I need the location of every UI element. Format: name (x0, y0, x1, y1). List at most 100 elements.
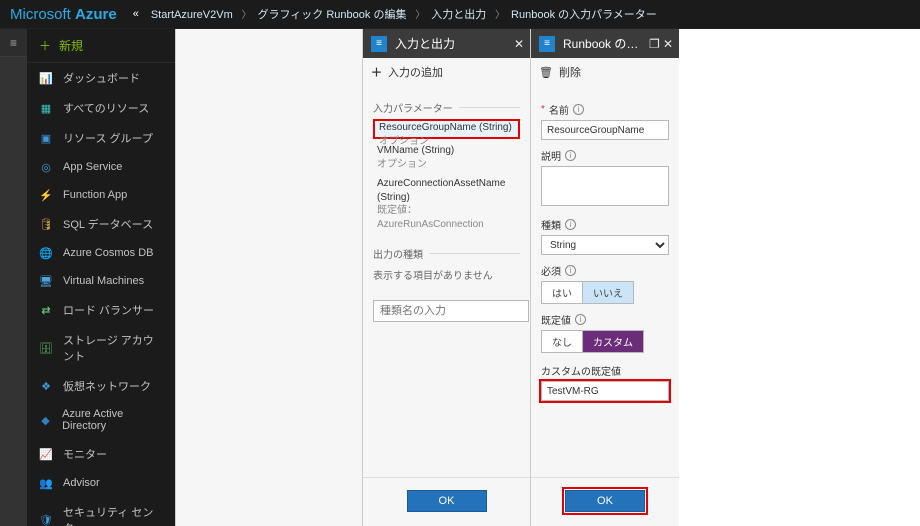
sidebar-item-label: すべてのリソース (63, 100, 149, 116)
blade-io-footer: OK (363, 477, 530, 526)
blade-canvas-spacer (175, 29, 362, 526)
output-section: 出力の種類 (373, 246, 520, 261)
service-icon: ▦ (39, 101, 53, 115)
ok-button[interactable]: OK (407, 490, 487, 512)
info-icon[interactable]: i (573, 104, 584, 115)
default-custom[interactable]: カスタム (583, 330, 644, 353)
input-parameter-item[interactable]: ResourceGroupName (String)オプション (373, 119, 520, 139)
sidebar-item[interactable]: 🖥Virtual Machines (27, 267, 175, 295)
sidebar-item[interactable]: 🗄 ストレージ アカウント (27, 325, 175, 371)
description-field[interactable] (541, 166, 669, 206)
chevron-right-icon: 〉 (492, 10, 505, 21)
sidebar-item[interactable]: 🛢SQL データベース (27, 209, 175, 239)
blade-param-body: *名前i 説明i 種類i String 必須i はい いいえ 既定値i なし カ… (531, 86, 679, 477)
sidebar: ＋ 新規 📊ダッシュボード ▦ すべてのリソース ▣リソース グループ◎App Ser… (27, 29, 175, 526)
sidebar-item-label: App Service (63, 161, 122, 173)
param-optional: 既定値：AzureRunAsConnection (377, 204, 516, 231)
service-icon: ▣ (39, 131, 53, 145)
service-icon: 🛢 (39, 217, 53, 231)
info-icon[interactable]: i (575, 314, 586, 325)
service-icon: ◆ (39, 413, 52, 427)
name-field[interactable] (541, 120, 669, 140)
param-name: ResourceGroupName (String) (379, 121, 514, 135)
sidebar-item-label: ストレージ アカウント (63, 332, 163, 364)
output-empty-text: 表示する項目がありません (373, 265, 520, 290)
info-icon[interactable]: i (565, 219, 576, 230)
custom-default-highlight (541, 381, 669, 401)
add-input-button[interactable]: ＋ 入力の追加 (363, 58, 530, 86)
sidebar-item[interactable]: 🛡セキュリティ センター (27, 497, 175, 526)
name-label: *名前i (541, 102, 669, 117)
sidebar-item[interactable]: ◎App Service (27, 153, 175, 181)
sidebar-item[interactable]: 🌐 Azure Cosmos DB (27, 239, 175, 267)
service-icon: 🌐 (39, 246, 53, 260)
service-icon: 🗄 (39, 341, 53, 355)
sidebar-item-label: 仮想ネットワーク (63, 378, 151, 394)
top-bar: Microsoft Azure « StartAzureV2Vm 〉グラフィック… (0, 0, 920, 29)
breadcrumb-item[interactable]: グラフィック Runbook の編集 (252, 9, 413, 21)
custom-default-label: カスタムの既定値 (541, 363, 669, 378)
sidebar-new[interactable]: ＋ 新規 (27, 29, 175, 63)
sidebar-item-label: Azure Active Directory (62, 408, 163, 432)
ok-button[interactable]: OK (565, 490, 645, 512)
restore-icon[interactable]: ❐ (643, 37, 657, 51)
sidebar-item[interactable]: 📊ダッシュボード (27, 63, 175, 93)
sidebar-item-label: Virtual Machines (63, 275, 144, 287)
sidebar-item[interactable]: ◆ Azure Active Directory (27, 401, 175, 439)
default-none[interactable]: なし (541, 330, 583, 353)
output-title: 出力の種類 (373, 246, 423, 261)
blade-param: ≡ Runbook の入力パラメ… ❐ ✕ 🗑 削除 *名前i 説明i 種類i … (530, 29, 679, 526)
sidebar-item-label: ダッシュボード (63, 70, 140, 86)
blade-io-body: 入力パラメーター ResourceGroupName (String)オプション… (363, 86, 530, 477)
type-select[interactable]: String (541, 235, 669, 255)
plus-icon: ＋ (39, 37, 51, 54)
sidebar-item-label: Advisor (63, 477, 100, 489)
breadcrumb-item[interactable]: Runbook の入力パラメーター (505, 9, 663, 21)
info-icon[interactable]: i (565, 150, 576, 161)
sidebar-item[interactable]: ❖ 仮想ネットワーク (27, 371, 175, 401)
sidebar-new-label: 新規 (59, 37, 83, 54)
default-label: 既定値i (541, 312, 669, 327)
param-name: AzureConnectionAssetName (String) (377, 177, 516, 204)
sidebar-item-label: ロード バランサー (63, 302, 154, 318)
sidebar-item-label: セキュリティ センター (63, 504, 163, 526)
sidebar-item[interactable]: 👥Advisor (27, 469, 175, 497)
sidebar-item-label: Azure Cosmos DB (63, 247, 153, 259)
breadcrumb: StartAzureV2Vm 〉グラフィック Runbook の編集 〉入力と出… (145, 6, 663, 22)
sidebar-item[interactable]: ▦ すべてのリソース (27, 93, 175, 123)
info-icon[interactable]: i (565, 265, 576, 276)
mandatory-no[interactable]: いいえ (583, 281, 634, 304)
main-layout: ≡ ＋ 新規 📊ダッシュボード ▦ すべてのリソース ▣リソース グループ◎App S… (0, 29, 920, 526)
nav-rail: ≡ (0, 29, 27, 526)
close-icon[interactable]: ✕ (657, 37, 671, 51)
service-icon: ⇄ (39, 303, 53, 317)
input-parameter-item[interactable]: AzureConnectionAssetName (String)既定値：Azu… (373, 174, 520, 234)
output-type-input[interactable] (373, 300, 529, 322)
trash-icon: 🗑 (539, 66, 553, 79)
hamburger-icon[interactable]: ≡ (0, 29, 27, 57)
blade-param-icon: ≡ (539, 36, 555, 52)
input-parameter-item[interactable]: VMName (String)オプション (373, 141, 520, 174)
sidebar-item[interactable]: ⇄ ロード バランサー (27, 295, 175, 325)
sidebar-item[interactable]: ▣リソース グループ (27, 123, 175, 153)
mandatory-label: 必須i (541, 263, 669, 278)
chevron-right-icon: 〉 (239, 10, 252, 21)
mandatory-yes[interactable]: はい (541, 281, 583, 304)
sidebar-item[interactable]: ⚡Function App (27, 181, 175, 209)
brand-logo[interactable]: Microsoft Azure (10, 6, 117, 23)
output-type-row: · · · (373, 290, 520, 332)
breadcrumb-back-icon[interactable]: « (133, 8, 139, 20)
type-label: 種類i (541, 217, 669, 232)
breadcrumb-item[interactable]: StartAzureV2Vm (145, 9, 239, 21)
service-icon: ❖ (39, 379, 53, 393)
sidebar-item[interactable]: 📈モニター (27, 439, 175, 469)
breadcrumb-item[interactable]: 入力と出力 (425, 9, 492, 21)
delete-button[interactable]: 🗑 削除 (531, 58, 679, 86)
blade-io: ≡ 入力と出力 ✕ ＋ 入力の追加 入力パラメーター ResourceGroup… (362, 29, 530, 526)
custom-default-field[interactable] (541, 381, 669, 401)
input-params-title: 入力パラメーター (373, 100, 453, 115)
blade-io-title: 入力と出力 (395, 35, 508, 52)
close-icon[interactable]: ✕ (508, 37, 522, 51)
plus-icon: ＋ (371, 64, 382, 80)
input-params-section: 入力パラメーター (373, 100, 520, 115)
